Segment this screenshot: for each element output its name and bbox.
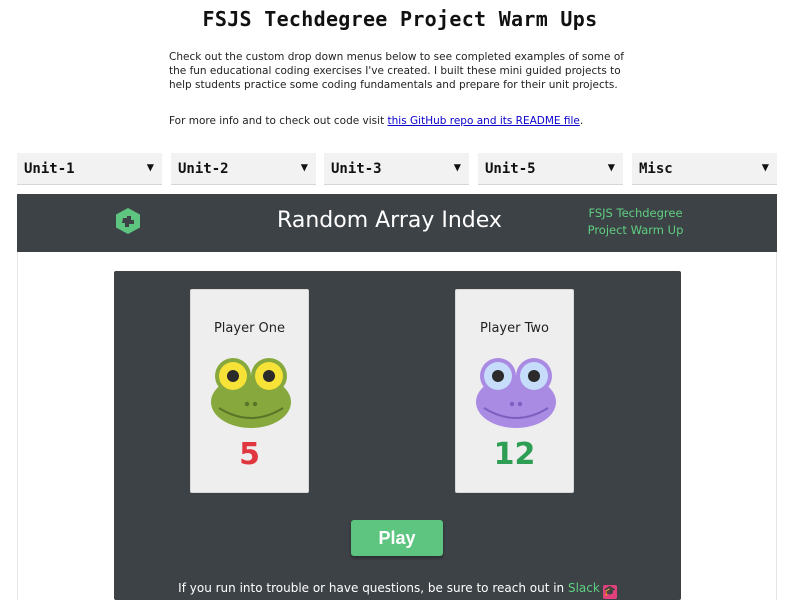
graduation-cap-icon: 🎓 xyxy=(602,585,617,599)
player-name: Player One xyxy=(213,321,286,336)
caret-down-icon: ▼ xyxy=(453,160,461,174)
slack-link[interactable]: Slack xyxy=(568,581,600,595)
app-subtitle-line-2: Project Warm Up xyxy=(587,223,684,237)
player-two-card: Player Two 12 xyxy=(455,289,574,493)
dropdown-unit-1[interactable]: Unit-1 ▼ xyxy=(17,153,162,185)
player-name: Player Two xyxy=(480,321,549,336)
player-score: 12 xyxy=(493,437,536,472)
github-repo-link[interactable]: this GitHub repo and its README file xyxy=(388,115,580,127)
help-note: If you run into trouble or have question… xyxy=(114,581,681,599)
app-header: Random Array Index FSJS Techdegree Proje… xyxy=(17,194,777,252)
app-subtitle: FSJS Techdegree Project Warm Up xyxy=(577,205,694,239)
game-board: Player One 5 Player Two 12 Play If you r… xyxy=(114,271,681,600)
dropdown-unit-5[interactable]: Unit-5 ▼ xyxy=(478,153,623,185)
dropdown-label: Unit-2 xyxy=(178,161,229,177)
caret-down-icon: ▼ xyxy=(300,160,308,174)
info-prefix: For more info and to check out code visi… xyxy=(169,115,388,127)
help-note-text: If you run into trouble or have question… xyxy=(178,581,568,595)
dropdown-label: Misc xyxy=(639,161,673,177)
dropdown-menu-bar: Unit-1 ▼ Unit-2 ▼ Unit-3 ▼ Unit-5 ▼ Misc… xyxy=(17,153,777,185)
intro-text: Check out the custom drop down menus bel… xyxy=(169,51,624,91)
info-suffix: . xyxy=(579,115,584,127)
dropdown-label: Unit-5 xyxy=(485,161,536,177)
dropdown-unit-2[interactable]: Unit-2 ▼ xyxy=(171,153,316,185)
play-button[interactable]: Play xyxy=(351,520,443,556)
dropdown-misc[interactable]: Misc ▼ xyxy=(632,153,777,185)
frog-icon xyxy=(476,358,556,428)
caret-down-icon: ▼ xyxy=(761,160,769,174)
caret-down-icon: ▼ xyxy=(607,160,615,174)
player-score: 5 xyxy=(239,437,260,472)
caret-down-icon: ▼ xyxy=(146,160,154,174)
app-subtitle-line-1: FSJS Techdegree xyxy=(588,206,683,220)
page-title: FSJS Techdegree Project Warm Ups xyxy=(202,7,598,31)
player-one-card: Player One 5 xyxy=(190,289,309,493)
dropdown-label: Unit-1 xyxy=(24,161,75,177)
page: FSJS Techdegree Project Warm Ups Check o… xyxy=(0,0,800,600)
frog-icon xyxy=(211,358,291,428)
dropdown-label: Unit-3 xyxy=(331,161,382,177)
dropdown-unit-3[interactable]: Unit-3 ▼ xyxy=(324,153,469,185)
info-text: For more info and to check out code visi… xyxy=(169,114,639,128)
